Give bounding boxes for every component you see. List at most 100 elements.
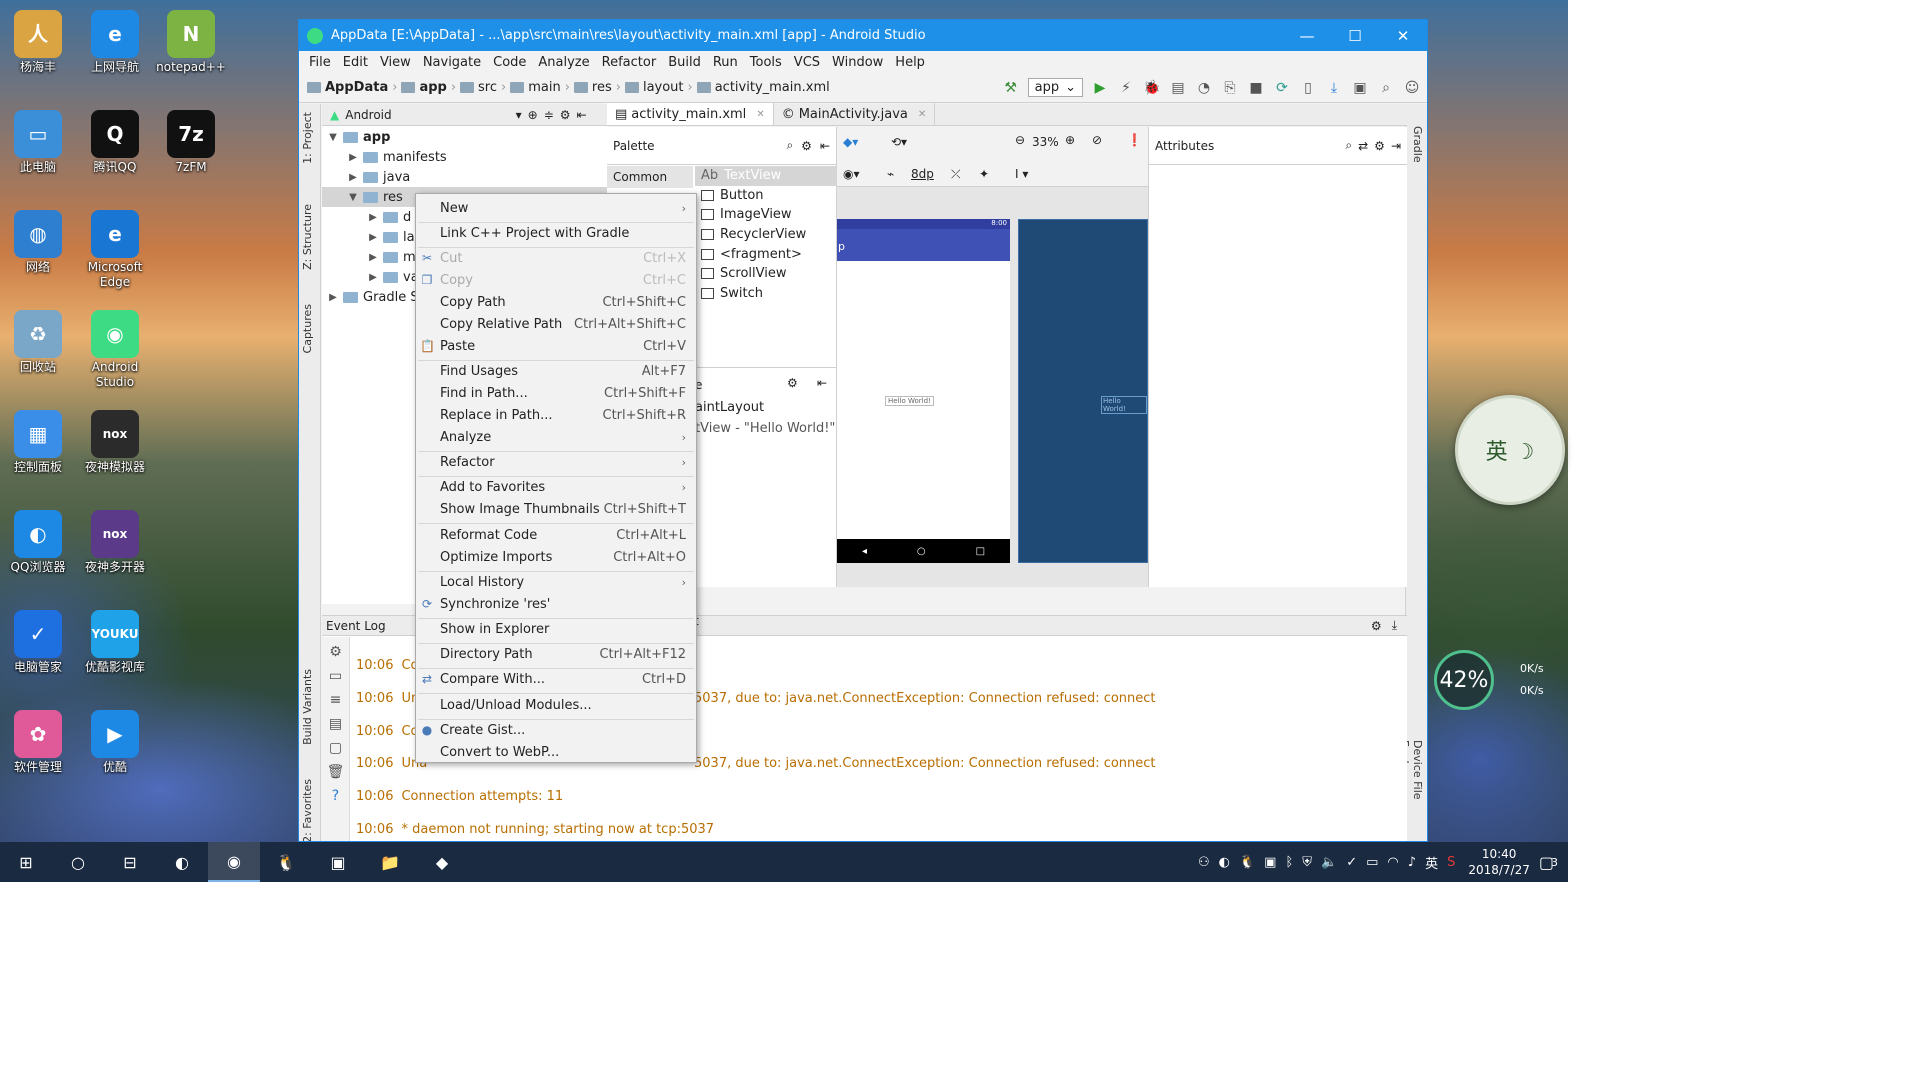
gear-icon[interactable]: ⚙ (1374, 139, 1385, 153)
chevron-right-icon[interactable]: ▶ (366, 252, 380, 263)
wifi-icon[interactable]: ◠ (1387, 855, 1398, 870)
chevron-right-icon[interactable]: ▶ (326, 292, 340, 303)
menu-refactor[interactable]: Refactor (596, 55, 663, 70)
desktop-icon[interactable]: ◉ Android Studio (77, 310, 153, 390)
menu-run[interactable]: Run (707, 55, 744, 70)
menu-item-paste[interactable]: 📋 Paste Ctrl+V (416, 336, 696, 356)
menu-item-show-in-explorer[interactable]: Show in Explorer (416, 619, 696, 639)
chevron-right-icon[interactable]: ▶ (366, 212, 380, 223)
warning-icon[interactable]: ❗ (1127, 133, 1142, 147)
tab-activity-main-xml[interactable]: ▤ activity_main.xml ✕ (607, 103, 774, 125)
palette-category[interactable]: Common (607, 166, 693, 188)
sogou-icon[interactable]: S (1447, 855, 1455, 870)
palette-item[interactable]: <fragment> (695, 244, 837, 264)
palette-item[interactable]: Ab TextView (695, 166, 837, 186)
close-button[interactable]: ✕ (1379, 27, 1427, 45)
phone-preview[interactable]: 8:00 p Hello World! ◂ ○ □ (837, 219, 1010, 563)
menu-item-new[interactable]: New › (416, 198, 696, 218)
menu-item-find-in-path[interactable]: Find in Path... Ctrl+Shift+F (416, 383, 696, 403)
default-margin[interactable]: 8dp (911, 167, 934, 181)
zoom-fit-icon[interactable]: ⊘ (1092, 133, 1102, 147)
desktop-icon[interactable]: ✓ 电脑管家 (0, 610, 76, 675)
menu-edit[interactable]: Edit (337, 55, 374, 70)
user-icon[interactable]: ☺ (1403, 79, 1421, 97)
menu-item-synchronize-res[interactable]: ⟳ Synchronize 'res' (416, 594, 696, 614)
notes-taskbar[interactable]: ◆ (416, 842, 468, 882)
menu-view[interactable]: View (374, 55, 417, 70)
monitor-tray-icon[interactable]: ▣ (1264, 855, 1276, 870)
tree-item-java[interactable]: ▶ java (322, 167, 607, 187)
component-textview[interactable]: tView - "Hello World!" (695, 421, 835, 436)
search-icon[interactable]: ⌕ (1345, 138, 1352, 153)
security-tray-icon[interactable]: ✓ (1346, 855, 1357, 870)
search-icon[interactable]: ⌕ (786, 138, 793, 153)
gear-icon[interactable]: ⚙ (787, 376, 798, 390)
chevron-down-icon[interactable]: ▼ (326, 132, 340, 143)
speaker-icon[interactable]: ♪ (1408, 855, 1416, 870)
chevron-right-icon[interactable]: ▶ (346, 152, 360, 163)
menu-item-compare-with[interactable]: ⇄ Compare With... Ctrl+D (416, 669, 696, 689)
menu-navigate[interactable]: Navigate (417, 55, 487, 70)
hide-icon[interactable]: ⇤ (577, 108, 587, 122)
qq-tray-icon[interactable]: 🐧 (1239, 855, 1255, 870)
desktop-icon[interactable]: 人杨海丰 (0, 10, 76, 75)
menu-item-show-image-thumbnails[interactable]: Show Image Thumbnails Ctrl+Shift+T (416, 499, 696, 519)
help-icon[interactable]: ? (327, 787, 345, 805)
hide-icon[interactable]: ⇥ (1391, 139, 1401, 153)
profile-icon[interactable]: ▤ (1169, 79, 1187, 97)
menu-item-cut[interactable]: ✂ Cut Ctrl+X (416, 248, 696, 268)
breadcrumb-item[interactable]: activity_main.xml (696, 80, 830, 95)
blueprint-hello-label[interactable]: Hello World! (1101, 396, 1147, 414)
menu-item-convert-to-webp[interactable]: Convert to WebP... (416, 742, 696, 762)
desktop-icon[interactable]: e 上网导航 (77, 10, 153, 75)
gear-icon[interactable]: ⚙ (560, 108, 571, 122)
window-titlebar[interactable]: AppData [E:\AppData] - ...\app\src\main\… (299, 20, 1427, 51)
swap-view-icon[interactable]: ⇄ (1358, 139, 1368, 153)
palette-item[interactable]: RecyclerView (695, 225, 837, 245)
desktop-icon[interactable]: ▶ 优酷 (77, 710, 153, 775)
breadcrumb-item[interactable]: AppData › (307, 80, 397, 95)
network-speed-widget[interactable]: 42% 0K/s 0K/s (1430, 650, 1556, 710)
desktop-icon[interactable]: ✿ 软件管理 (0, 710, 76, 775)
tab-build-variants[interactable]: Build Variants (301, 669, 314, 745)
locate-icon[interactable]: ⊕ (528, 108, 538, 122)
menu-tools[interactable]: Tools (744, 55, 788, 70)
desktop-icon[interactable]: nox 夜神多开器 (77, 510, 153, 575)
print-icon[interactable]: ▤ (327, 715, 345, 733)
collapse-icon[interactable]: ≑ (544, 108, 554, 122)
tab-structure[interactable]: Z: Structure (301, 204, 314, 270)
tab-captures[interactable]: Captures (301, 304, 314, 353)
clear-icon[interactable]: ▢ (327, 739, 345, 757)
menu-analyze[interactable]: Analyze (532, 55, 595, 70)
stop-icon[interactable]: ■ (1247, 79, 1265, 97)
volume-icon[interactable]: 🔈 (1321, 855, 1337, 870)
sync-gradle-icon[interactable]: ⟳ (1273, 79, 1291, 97)
hide-icon[interactable]: ⤓ (1392, 618, 1397, 633)
chevron-down-icon[interactable]: ▼ (346, 192, 360, 203)
delete-icon[interactable]: 🗑 (327, 763, 345, 781)
breadcrumb-item[interactable]: res › (573, 80, 621, 95)
desktop-icon[interactable]: nox 夜神模拟器 (77, 410, 153, 475)
eye-icon[interactable]: ◉▾ (843, 167, 860, 181)
menu-item-copy-path[interactable]: Copy Path Ctrl+Shift+C (416, 292, 696, 312)
clock[interactable]: 10:40 2018/7/27 (1468, 846, 1530, 878)
qq-taskbar[interactable]: 🐧 (260, 842, 312, 882)
zoom-out-icon[interactable]: ⊖ (1015, 133, 1025, 147)
breadcrumb-item[interactable]: main › (510, 80, 570, 95)
shield-icon[interactable]: ⛨ (1302, 855, 1312, 870)
menu-item-add-to-favorites[interactable]: Add to Favorites › (416, 477, 696, 497)
guidelines-icon[interactable]: I ▾ (1015, 167, 1028, 181)
search-icon[interactable]: ⌕ (1377, 79, 1395, 97)
menu-build[interactable]: Build (662, 55, 707, 70)
tab-mainactivity-java[interactable]: © MainActivity.java ✕ (774, 103, 936, 125)
close-tab-icon[interactable]: ✕ (756, 109, 764, 120)
hide-icon[interactable]: ⇤ (820, 139, 830, 153)
desktop-icon[interactable]: Nnotepad++ (153, 10, 229, 75)
chevron-down-icon[interactable]: ▾ (516, 108, 522, 122)
task-view-button[interactable]: ⊟ (104, 842, 156, 882)
explorer-taskbar[interactable]: 📁 (364, 842, 416, 882)
gear-icon[interactable]: ⚙ (801, 139, 812, 153)
breadcrumb-item[interactable]: app › (401, 80, 456, 95)
desktop-icon[interactable]: ♻ 回收站 (0, 310, 76, 375)
project-view-mode[interactable]: Android (345, 108, 391, 122)
